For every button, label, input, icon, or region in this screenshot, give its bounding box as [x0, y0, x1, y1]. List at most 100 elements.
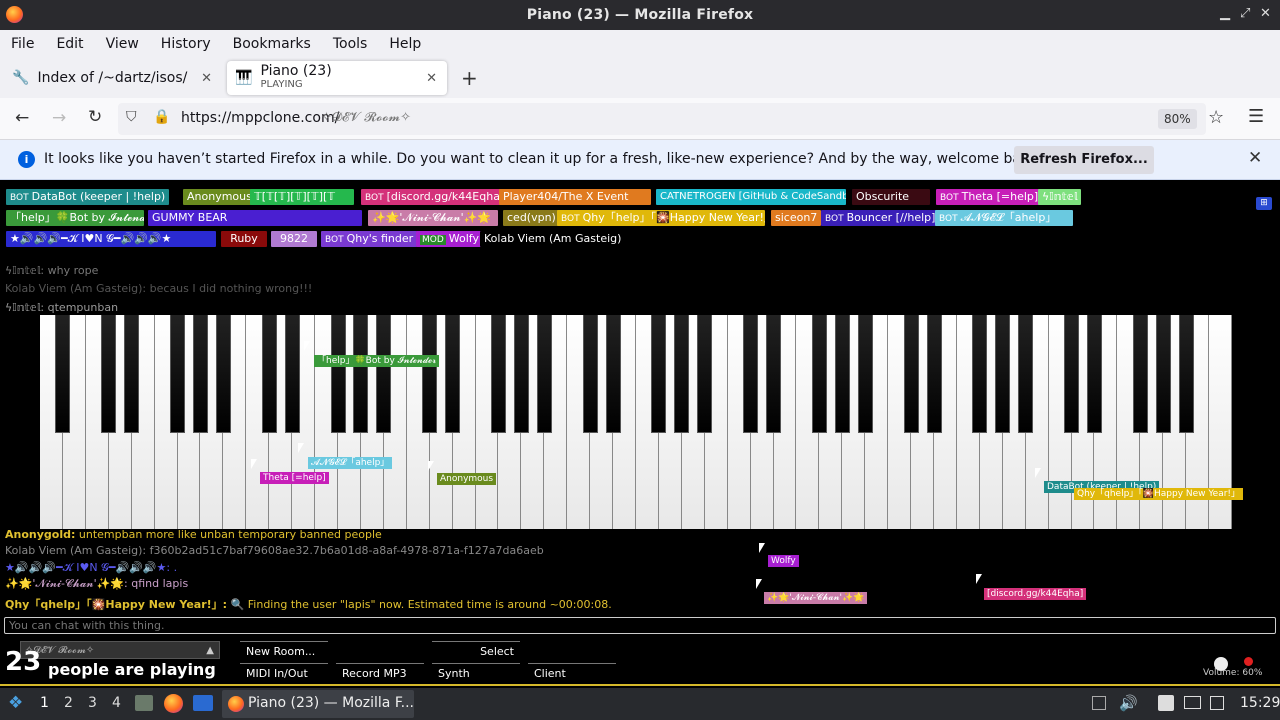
black-key[interactable]: [330, 315, 346, 433]
user-chip[interactable]: BOT Theta [=help]: [936, 189, 1043, 205]
close-tab-icon[interactable]: ✕: [201, 71, 212, 86]
black-key[interactable]: [903, 315, 919, 433]
menu-view[interactable]: View: [106, 36, 139, 52]
start-menu-icon[interactable]: ❖: [8, 693, 23, 713]
black-key[interactable]: [284, 315, 300, 433]
close-window-icon[interactable]: ✕: [1260, 6, 1271, 21]
black-key[interactable]: [55, 315, 71, 433]
user-chip[interactable]: ✨🌟'𝓝𝓲𝓷𝓲-𝓒𝓱𝓪𝓷'✨🌟: [368, 210, 498, 226]
black-key[interactable]: [1155, 315, 1171, 433]
user-chip[interactable]: Player404/The X Event: [499, 189, 651, 205]
refresh-firefox-button[interactable]: Refresh Firefox...: [1014, 146, 1154, 174]
hamburger-menu-icon[interactable]: ☰: [1248, 106, 1264, 127]
black-key[interactable]: [192, 315, 208, 433]
black-key[interactable]: [995, 315, 1011, 433]
piano-keyboard[interactable]: [40, 315, 1232, 529]
black-key[interactable]: [972, 315, 988, 433]
black-key[interactable]: [170, 315, 186, 433]
user-chip[interactable]: ★🔊🔊🔊━𝓚 I♥N 𝓖━🔊🔊🔊★: [6, 231, 216, 247]
user-chip[interactable]: BOT DataBot (keeper | !help): [6, 189, 170, 205]
black-key[interactable]: [743, 315, 759, 433]
black-key[interactable]: [1178, 315, 1194, 433]
workspace-4[interactable]: 4: [112, 695, 121, 711]
black-key[interactable]: [490, 315, 506, 433]
close-notification-icon[interactable]: ✕: [1248, 148, 1262, 168]
user-chip[interactable]: Kolab Viem (Am Gasteig): [480, 231, 626, 247]
user-chip[interactable]: 9822: [271, 231, 317, 247]
black-key[interactable]: [261, 315, 277, 433]
terminal-icon[interactable]: [193, 695, 213, 711]
user-chip[interactable]: BOT [discord.gg/k44Eqha]: [361, 189, 509, 205]
room-selector[interactable]: ✧𝓓𝓔𝓥 𝓡𝓸𝓸𝓶✧ ▲: [20, 641, 220, 659]
user-chip[interactable]: GUMMY BEAR: [148, 210, 362, 226]
forward-icon[interactable]: →: [52, 108, 66, 128]
user-chip[interactable]: Anonymous: [183, 189, 256, 205]
black-key[interactable]: [1018, 315, 1034, 433]
black-key[interactable]: [857, 315, 873, 433]
menu-history[interactable]: History: [161, 36, 211, 52]
black-key[interactable]: [124, 315, 140, 433]
black-key[interactable]: [101, 315, 117, 433]
workspace-2[interactable]: 2: [64, 695, 73, 711]
taskbar-window-firefox[interactable]: Piano (23) — Mozilla F...: [222, 690, 414, 718]
new-tab-icon[interactable]: +: [461, 66, 478, 90]
workspace-3[interactable]: 3: [88, 695, 97, 711]
user-chip[interactable]: 𝕋[𝕋[𝕋][𝕋][𝕋][𝕋: [250, 189, 354, 205]
black-key[interactable]: [766, 315, 782, 433]
black-key[interactable]: [215, 315, 231, 433]
lock-icon[interactable]: 🔒: [153, 109, 170, 125]
zoom-level[interactable]: 80%: [1158, 109, 1197, 129]
tray-icon[interactable]: [1092, 696, 1106, 710]
user-chip[interactable]: BOT Bouncer [//help]: [821, 210, 940, 226]
tab-piano[interactable]: 🎹 Piano (23) PLAYING ✕: [227, 61, 447, 95]
user-chip[interactable]: CATNETROGEN [GitHub & CodeSandbox]: [656, 189, 846, 205]
user-chip[interactable]: 「help」🍀Bot by 𝓘𝓷𝓽𝓮𝓷𝓭𝓮𝓻: [6, 210, 144, 226]
client-settings-button[interactable]: Client Settings: [528, 663, 616, 683]
black-key[interactable]: [697, 315, 713, 433]
shield-icon[interactable]: ⛉: [126, 109, 137, 125]
black-key[interactable]: [513, 315, 529, 433]
black-key[interactable]: [445, 315, 461, 433]
black-key[interactable]: [1132, 315, 1148, 433]
network-icon[interactable]: [1210, 696, 1224, 710]
minimize-icon[interactable]: ▁: [1220, 6, 1230, 21]
user-chip[interactable]: BOT 𝓐𝓝𝓖𝓔𝓛「ahelp」: [935, 210, 1073, 226]
back-icon[interactable]: ←: [15, 108, 29, 128]
user-chip[interactable]: MOD Wolfy: [416, 231, 483, 247]
black-key[interactable]: [536, 315, 552, 433]
sidebar-toggle-icon[interactable]: ⊞: [1256, 197, 1272, 210]
midi-in-out-button[interactable]: MIDI In/Out: [240, 663, 328, 683]
black-key[interactable]: [582, 315, 598, 433]
workspace-1[interactable]: 1: [40, 695, 49, 711]
maximize-icon[interactable]: ⤢: [1240, 6, 1250, 21]
bookmark-star-icon[interactable]: ☆: [1208, 107, 1224, 128]
user-chip[interactable]: ced(vpn): [503, 210, 560, 226]
reload-icon[interactable]: ↻: [88, 107, 102, 127]
new-room-button[interactable]: New Room...: [240, 641, 328, 661]
black-key[interactable]: [353, 315, 369, 433]
menu-tools[interactable]: Tools: [333, 36, 368, 52]
user-chip[interactable]: ϟ𝕀𝕟𝕥𝕖𝕝: [1038, 189, 1082, 205]
black-key[interactable]: [1086, 315, 1102, 433]
clipboard-icon[interactable]: [1158, 695, 1174, 711]
volume-icon[interactable]: 🔊: [1119, 694, 1138, 712]
user-chip[interactable]: Obscurite: [852, 189, 930, 205]
black-key[interactable]: [811, 315, 827, 433]
user-chip[interactable]: BOT Qhy's finder: [321, 231, 418, 247]
black-key[interactable]: [1064, 315, 1080, 433]
black-key[interactable]: [926, 315, 942, 433]
black-key[interactable]: [376, 315, 392, 433]
synth-button[interactable]: Synth: [432, 663, 520, 683]
user-chip[interactable]: BOT Qhy「help」「🎇Happy New Year!」: [557, 210, 765, 226]
close-tab-icon[interactable]: ✕: [426, 71, 437, 86]
black-key[interactable]: [605, 315, 621, 433]
select-button[interactable]: Select: [432, 641, 520, 661]
menu-help[interactable]: Help: [389, 36, 421, 52]
menu-file[interactable]: File: [11, 36, 34, 52]
url-bar[interactable]: ⛉ 🔒 https://mppclone.com/ ✧𝓓𝓔𝓥 𝓡𝓸𝓸𝓶✧ 80%: [118, 103, 1206, 135]
file-manager-icon[interactable]: [135, 695, 153, 711]
display-icon[interactable]: [1184, 696, 1201, 709]
menu-edit[interactable]: Edit: [56, 36, 83, 52]
black-key[interactable]: [674, 315, 690, 433]
user-chip[interactable]: Ruby: [221, 231, 267, 247]
